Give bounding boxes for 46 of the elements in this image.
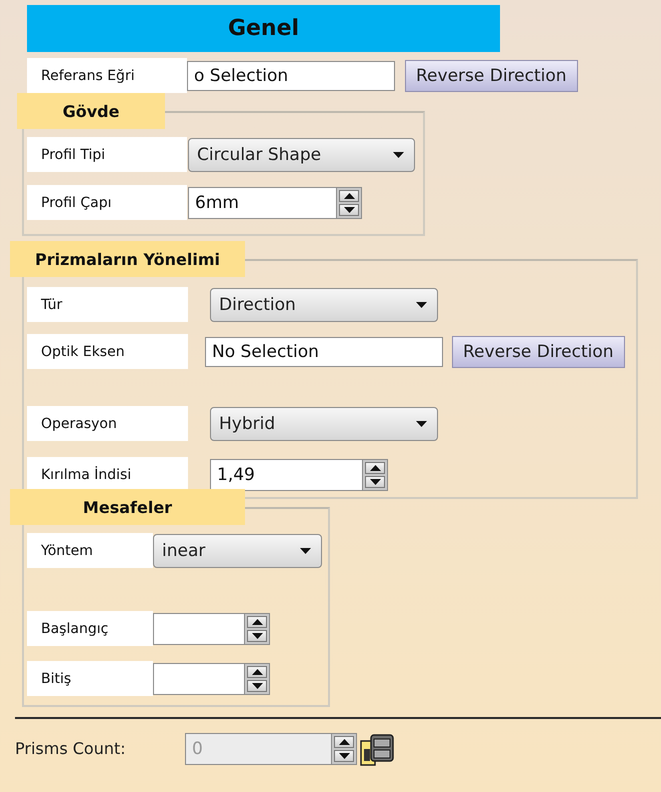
down-arrow-icon xyxy=(252,632,262,638)
dropdown[interactable]: Direction xyxy=(210,288,438,322)
group-title: Prizmaların Yönelimi xyxy=(10,241,245,277)
spin-buttons[interactable] xyxy=(244,662,270,694)
spinner-field[interactable] xyxy=(153,662,244,694)
field-label: Yöntem xyxy=(27,533,153,568)
section-header: Genel xyxy=(27,5,500,52)
group-title: Mesafeler xyxy=(10,489,245,525)
selection-field[interactable]: o Selection xyxy=(187,60,395,90)
field-label: Tür xyxy=(27,287,188,322)
spin-buttons[interactable] xyxy=(336,186,362,218)
up-arrow-icon xyxy=(252,618,262,624)
dropdown[interactable]: Circular Shape xyxy=(188,138,415,172)
caret-icon xyxy=(416,302,427,308)
down-arrow-icon xyxy=(338,752,350,758)
spinner-field[interactable]: 6mm xyxy=(188,186,336,218)
up-arrow-icon xyxy=(370,464,380,470)
field-label: Profil Çapı xyxy=(27,185,187,220)
field-label: Kırılma İndisi xyxy=(27,457,188,492)
up-arrow-icon xyxy=(338,738,350,744)
caret-icon xyxy=(393,152,404,158)
group-title: Gövde xyxy=(17,93,165,129)
caret-icon xyxy=(300,548,311,554)
field-label: Optik Eksen xyxy=(27,334,188,369)
selection-field[interactable]: No Selection xyxy=(205,336,443,366)
spin-buttons[interactable] xyxy=(244,612,270,644)
field-label: Referans Eğri xyxy=(27,58,187,93)
down-arrow-icon xyxy=(344,206,354,212)
reverse-direction-button[interactable]: Reverse Direction xyxy=(405,60,578,92)
field-label: Başlangıç xyxy=(27,611,153,646)
down-arrow-icon xyxy=(252,682,262,688)
field-label: Profil Tipi xyxy=(27,137,187,172)
spin-buttons[interactable] xyxy=(331,732,357,764)
spin-buttons[interactable] xyxy=(362,458,388,490)
dropdown[interactable]: inear xyxy=(153,534,322,568)
down-arrow-icon xyxy=(370,478,380,484)
up-arrow-icon xyxy=(344,192,354,198)
up-arrow-icon xyxy=(252,668,262,674)
field-label: Operasyon xyxy=(27,406,188,441)
dropdown[interactable]: Hybrid xyxy=(210,406,438,440)
reverse-direction-button[interactable]: Reverse Direction xyxy=(452,336,625,368)
spinner-field[interactable] xyxy=(153,612,244,644)
caret-icon xyxy=(416,420,427,426)
spinner-field[interactable]: 1,49 xyxy=(210,458,362,490)
field-label: Prisms Count: xyxy=(15,739,127,758)
field-label: Bitiş xyxy=(27,661,153,696)
